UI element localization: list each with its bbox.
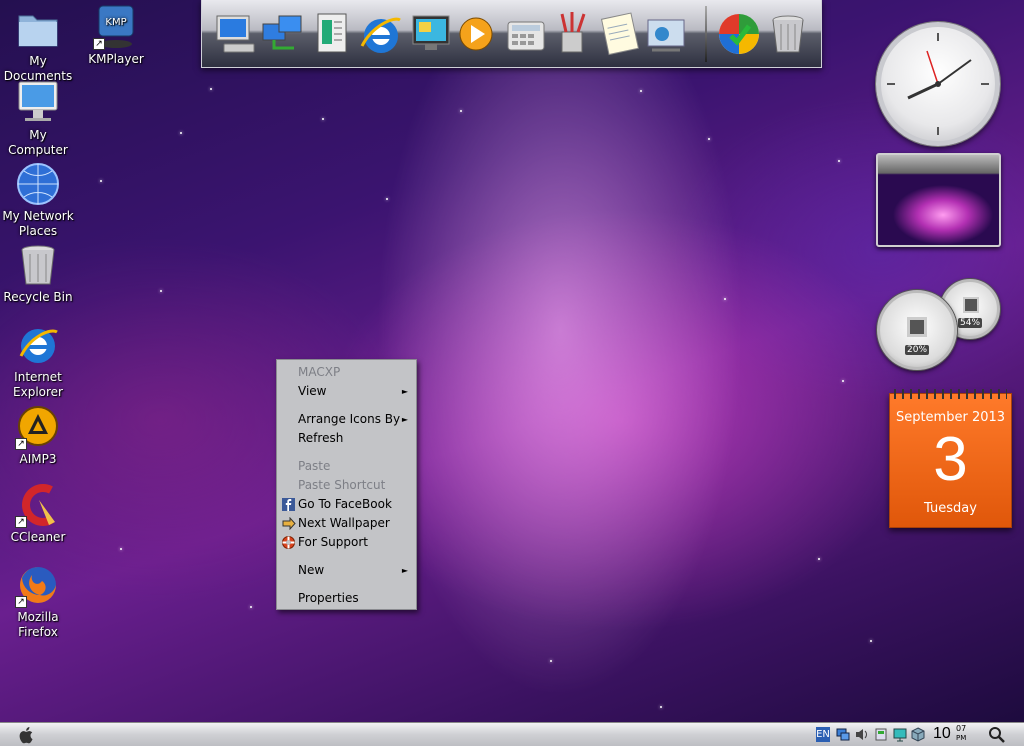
- dock-computer-icon[interactable]: [212, 10, 260, 58]
- dock-separator: [705, 6, 707, 62]
- clock-minute: 07: [956, 724, 967, 733]
- ccleaner-icon: ↗: [15, 482, 61, 528]
- arrow-right-icon: [282, 516, 296, 531]
- calendar-day: 3: [933, 425, 968, 494]
- dock-trash-icon[interactable]: [764, 10, 812, 58]
- dock-media-player-icon[interactable]: [452, 10, 500, 58]
- firefox-icon: ↗: [15, 562, 61, 608]
- desktop-icon-internet-explorer[interactable]: Internet Explorer: [0, 322, 76, 400]
- desktop-icon-label: Mozilla Firefox: [17, 610, 59, 639]
- menu-header-macxp: MACXP: [298, 365, 341, 379]
- desktop-icon-recycle-bin[interactable]: Recycle Bin: [0, 242, 76, 305]
- clock-ampm: PM: [956, 734, 967, 742]
- desktop-icon-label: Internet Explorer: [13, 370, 63, 399]
- shortcut-arrow-icon: ↗: [15, 596, 27, 608]
- dock-calculator-icon[interactable]: [502, 10, 550, 58]
- facebook-icon: [282, 498, 296, 511]
- desktop-icon-label: AIMP3: [19, 452, 57, 466]
- menu-item-label: View: [298, 384, 327, 398]
- desktop-context-menu: MACXP View ► Arrange Icons By ► Refresh …: [276, 359, 417, 610]
- menu-item-paste: Paste: [298, 459, 331, 473]
- desktop-icon-kmplayer[interactable]: KMP ↗ KMPlayer: [78, 4, 154, 67]
- desktop-icon-ccleaner[interactable]: ↗ CCleaner: [0, 482, 76, 545]
- clock-widget[interactable]: [876, 22, 1000, 146]
- desktop-icon-my-network[interactable]: My Network Places: [0, 161, 76, 239]
- menu-item-label: For Support: [298, 535, 369, 549]
- desktop-icon-label: Recycle Bin: [3, 290, 73, 304]
- tray-package-icon[interactable]: [911, 727, 925, 742]
- cpu-gauge-value: 20%: [904, 345, 930, 355]
- desktop-icon-my-computer[interactable]: My Computer: [0, 80, 76, 158]
- submenu-arrow-icon: ►: [401, 566, 408, 575]
- shortcut-arrow-icon: ↗: [15, 438, 27, 450]
- desktop-icon-label: KMPlayer: [88, 52, 144, 66]
- memory-gauge-value: 54%: [957, 318, 983, 328]
- clock-face-icon: [887, 33, 989, 135]
- tray-security-icon[interactable]: [874, 727, 888, 742]
- dock-paint-brushes-icon[interactable]: [548, 10, 596, 58]
- shortcut-arrow-icon: ↗: [15, 516, 27, 528]
- trash-icon: [15, 242, 61, 288]
- dock-documents-icon[interactable]: [308, 10, 356, 58]
- menu-item-label: Next Wallpaper: [298, 516, 390, 530]
- menu-item-new[interactable]: New ►: [277, 561, 416, 580]
- kmp-badge: KMP: [105, 17, 126, 28]
- desktop-icon-label: My Computer: [8, 128, 68, 157]
- menu-item-label: Go To FaceBook: [298, 497, 392, 511]
- tray-audio-icon[interactable]: [855, 727, 869, 742]
- wallpaper-preview-widget[interactable]: [876, 153, 1001, 247]
- menu-item-facebook[interactable]: Go To FaceBook: [277, 495, 416, 514]
- menu-item-properties[interactable]: Properties: [277, 589, 416, 608]
- tray-display-icon[interactable]: [893, 727, 907, 742]
- dock-notepad-icon[interactable]: [595, 10, 643, 58]
- calendar-rings: [894, 389, 1007, 399]
- aimp-icon: ↗: [15, 404, 61, 450]
- memory-chip-icon: [963, 297, 979, 313]
- clock-hour[interactable]: 10: [933, 725, 951, 743]
- computer-icon: [15, 80, 61, 126]
- menu-item-label: Arrange Icons By: [298, 412, 401, 426]
- dock-control-panel-icon[interactable]: [642, 10, 690, 58]
- language-indicator[interactable]: EN: [816, 727, 830, 742]
- menu-item-next-wallpaper[interactable]: Next Wallpaper: [277, 514, 416, 533]
- calendar-widget[interactable]: September 2013 3 Tuesday: [889, 389, 1012, 528]
- submenu-arrow-icon: ►: [401, 387, 408, 396]
- menu-item-support[interactable]: For Support: [277, 533, 416, 552]
- shortcut-arrow-icon: ↗: [93, 38, 105, 50]
- ie-icon: [15, 322, 61, 368]
- tray-network-icon[interactable]: [836, 727, 850, 742]
- menu-item-label: New: [298, 563, 325, 577]
- cpu-chip-icon: [907, 317, 927, 337]
- cpu-gauge-widget[interactable]: 20%: [877, 290, 957, 370]
- apple-menu-icon[interactable]: [18, 726, 36, 744]
- menu-item-refresh[interactable]: Refresh: [277, 429, 416, 448]
- dock-network-computers-icon[interactable]: [259, 10, 307, 58]
- desktop-icon-my-documents[interactable]: My Documents: [0, 6, 76, 84]
- dock: [201, 0, 822, 68]
- network-globe-icon: [15, 161, 61, 207]
- search-icon[interactable]: [988, 726, 1006, 744]
- taskbar: EN 10 07 PM: [0, 722, 1024, 746]
- menu-item-view[interactable]: View ►: [277, 382, 416, 401]
- kmplayer-icon: KMP ↗: [93, 4, 139, 50]
- calendar-month: September 2013: [895, 410, 1006, 425]
- desktop-icon-firefox[interactable]: ↗ Mozilla Firefox: [0, 562, 76, 640]
- desktop-icon-label: My Network Places: [2, 209, 74, 238]
- dock-windows-flag-icon[interactable]: [715, 10, 763, 58]
- lifebuoy-icon: [282, 536, 296, 549]
- desktop-icon-label: CCleaner: [10, 530, 66, 544]
- menu-item-paste-shortcut: Paste Shortcut: [298, 478, 386, 492]
- menu-item-arrange-icons[interactable]: Arrange Icons By ►: [277, 410, 416, 429]
- submenu-arrow-icon: ►: [401, 415, 408, 424]
- folder-icon: [15, 6, 61, 52]
- dock-display-icon[interactable]: [407, 10, 455, 58]
- calendar-weekday: Tuesday: [924, 501, 977, 516]
- desktop-icon-aimp3[interactable]: ↗ AIMP3: [0, 404, 76, 467]
- dock-ie-icon[interactable]: [357, 10, 405, 58]
